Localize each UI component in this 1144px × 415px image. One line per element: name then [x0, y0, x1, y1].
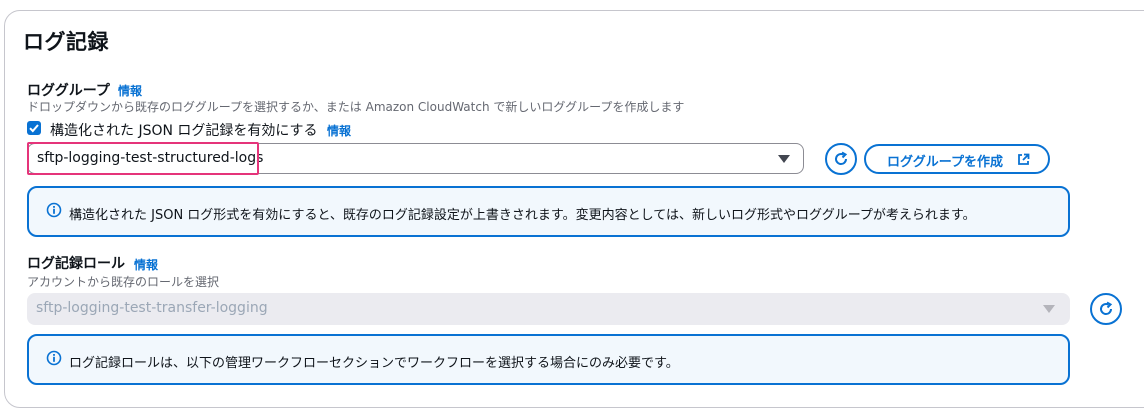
log-role-select-value: sftp-logging-test-transfer-logging — [36, 300, 268, 316]
structured-json-alert: 構造化された JSON ログ形式を有効にすると、既存のログ記録設定が上書きされま… — [27, 186, 1070, 237]
log-group-refresh-button[interactable] — [825, 143, 857, 175]
log-role-select[interactable]: sftp-logging-test-transfer-logging — [27, 293, 1070, 325]
log-role-alert-text: ログ記録ロールは、以下の管理ワークフローセクションでワークフローを選択する場合に… — [69, 356, 679, 371]
structured-json-checkbox[interactable] — [27, 121, 41, 135]
info-icon — [46, 202, 62, 218]
structured-json-info-link[interactable]: 情報 — [327, 122, 351, 139]
log-role-alert: ログ記録ロールは、以下の管理ワークフローセクションでワークフローを選択する場合に… — [27, 334, 1070, 385]
log-group-info-link[interactable]: 情報 — [118, 82, 142, 99]
refresh-icon — [1100, 301, 1113, 315]
checkmark-icon — [29, 124, 39, 133]
highlight-box — [27, 142, 259, 175]
log-role-info-link[interactable]: 情報 — [134, 256, 158, 273]
log-group-description: ドロップダウンから既存のロググループを選択するか、または Amazon Clou… — [27, 100, 685, 114]
caret-down-icon — [778, 155, 790, 163]
structured-json-label: 構造化された JSON ログ記録を有効にする — [50, 123, 318, 139]
create-log-group-label: ロググループを作成 — [887, 155, 1003, 170]
log-role-description: アカウントから既存のロールを選択 — [27, 275, 220, 289]
refresh-icon — [835, 151, 848, 165]
log-group-label: ロググループ — [27, 83, 110, 99]
external-link-icon — [1018, 153, 1030, 165]
log-role-label: ログ記録ロール — [27, 256, 125, 272]
info-icon — [46, 350, 62, 366]
structured-json-alert-text: 構造化された JSON ログ形式を有効にすると、既存のログ記録設定が上書きされま… — [69, 208, 976, 223]
caret-down-icon — [1043, 305, 1055, 313]
section-title: ログ記録 — [23, 30, 109, 54]
create-log-group-button[interactable]: ロググループを作成 — [864, 144, 1050, 174]
log-role-refresh-button[interactable] — [1090, 293, 1122, 325]
